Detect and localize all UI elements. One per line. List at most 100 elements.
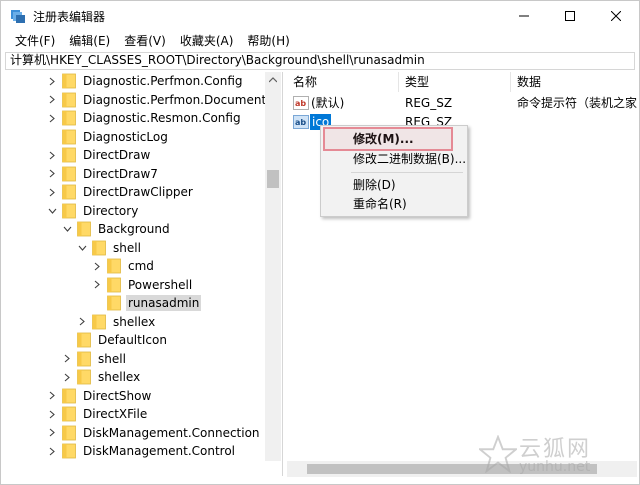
chevron-right-icon[interactable] — [92, 280, 102, 290]
chevron-right-icon[interactable] — [77, 317, 87, 327]
minimize-button[interactable] — [501, 1, 547, 31]
tree-scroll-thumb[interactable] — [267, 170, 279, 188]
folder-icon — [77, 351, 91, 366]
tree-item-label: shellex — [113, 314, 156, 329]
tree-item[interactable]: DefaultIcon — [62, 331, 169, 349]
menu-edit[interactable]: 编辑(E) — [63, 31, 118, 51]
tree-item[interactable]: Powershell — [92, 276, 194, 294]
window-title: 注册表编辑器 — [33, 10, 106, 24]
chevron-down-icon[interactable] — [62, 224, 72, 234]
tree-item[interactable]: DiagnosticLog — [47, 128, 170, 146]
tree-item[interactable]: DirectDraw7 — [47, 165, 160, 183]
tree-item[interactable]: DiskManagement.Control — [47, 442, 237, 460]
tree-item-label: DirectXFile — [83, 407, 148, 421]
key-tree: Diagnostic.Perfmon.Config Diagnostic.Perf… — [5, 72, 283, 476]
folder-icon — [92, 240, 106, 255]
chevron-right-icon[interactable] — [47, 113, 57, 123]
title-bar: 注册表编辑器 — [1, 1, 639, 31]
tree-item[interactable]: DirectDraw — [47, 146, 152, 164]
value-type: REG_SZ — [405, 96, 453, 110]
tree-item[interactable]: Directory — [47, 202, 140, 220]
folder-icon — [107, 258, 121, 274]
tree-item[interactable]: DirectShow — [47, 387, 153, 405]
folder-icon — [62, 129, 76, 144]
menu-file[interactable]: 文件(F) — [9, 31, 63, 51]
menu-item-rename[interactable]: 重命名(R) — [353, 196, 407, 212]
menu-favorites[interactable]: 收藏夹(A) — [174, 31, 242, 51]
tree-vertical-scrollbar[interactable] — [265, 72, 281, 461]
folder-icon — [62, 110, 76, 126]
tree-item[interactable]: DirectDrawClipper — [47, 183, 195, 201]
regedit-window: 注册表编辑器 文件(F) 编辑(E) 查看(V) 收藏夹(A) 帮助(H) 计算… — [0, 0, 640, 485]
tree-item[interactable]: Diagnostic.Resmon.Config — [47, 109, 243, 127]
tree-item-label: shell — [113, 240, 141, 255]
tree-item-label: DirectDraw7 — [83, 166, 158, 181]
minimize-icon — [519, 15, 529, 17]
value-data: 命令提示符（装机之家 — [517, 96, 637, 110]
folder-icon — [107, 295, 121, 311]
column-header-name[interactable]: 名称 — [287, 72, 399, 92]
no-expander — [92, 298, 102, 308]
chevron-right-icon[interactable] — [62, 354, 72, 364]
tree-item[interactable]: shell — [62, 350, 128, 368]
menu-item-modify-binary[interactable]: 修改二进制数据(B)... — [353, 151, 466, 167]
tree-item[interactable]: shellex — [77, 313, 157, 331]
tree-item-label: DirectDraw — [83, 148, 151, 162]
folder-icon — [77, 332, 91, 348]
folder-icon — [62, 184, 76, 200]
folder-icon — [62, 166, 76, 181]
tree-item[interactable]: shell — [77, 239, 143, 257]
svg-text:ab: ab — [295, 99, 306, 108]
tree-item[interactable]: Diagnostic.Perfmon.Config — [47, 72, 245, 90]
folder-icon — [107, 277, 121, 292]
chevron-right-icon[interactable] — [47, 169, 57, 179]
string-value-icon: ab — [293, 96, 309, 110]
tree-item[interactable]: DiskManagement.Connection — [47, 424, 262, 442]
tree-item-label: Diagnostic.Perfmon.Config — [83, 74, 243, 88]
chevron-right-icon[interactable] — [47, 95, 57, 105]
tree-item-label: cmd — [128, 259, 154, 273]
no-expander — [47, 132, 57, 142]
address-bar[interactable]: 计算机\HKEY_CLASSES_ROOT\Directory\Backgrou… — [5, 52, 635, 70]
tree-item[interactable]: cmd — [92, 257, 156, 275]
menu-help[interactable]: 帮助(H) — [241, 31, 297, 51]
column-header-type[interactable]: 类型 — [399, 72, 511, 92]
tree-item-label: Powershell — [128, 277, 193, 292]
scroll-up-button[interactable] — [265, 72, 281, 88]
menu-view[interactable]: 查看(V) — [118, 31, 174, 51]
chevron-right-icon[interactable] — [47, 187, 57, 197]
folder-icon — [62, 425, 76, 440]
chevron-right-icon[interactable] — [47, 409, 57, 419]
tree-item[interactable]: Background — [62, 220, 172, 238]
tree-item-label: DirectDrawClipper — [83, 185, 193, 199]
column-header-data[interactable]: 数据 — [511, 72, 637, 92]
close-button[interactable] — [593, 1, 639, 31]
chevron-right-icon[interactable] — [47, 391, 57, 401]
menu-item-delete[interactable]: 删除(D) — [353, 177, 396, 193]
chevron-right-icon[interactable] — [62, 372, 72, 382]
folder-icon — [62, 406, 76, 422]
chevron-down-icon[interactable] — [47, 206, 57, 216]
tree-item-label: Diagnostic.Resmon.Config — [83, 111, 241, 125]
chevron-right-icon[interactable] — [47, 76, 57, 86]
chevron-right-icon[interactable] — [47, 428, 57, 438]
tree-item[interactable]: DirectXFile — [47, 405, 149, 423]
watermark: 云狐网 yunhu.net — [479, 429, 629, 481]
chevron-right-icon[interactable] — [47, 150, 57, 160]
menu-bar: 文件(F) 编辑(E) 查看(V) 收藏夹(A) 帮助(H) — [1, 31, 639, 51]
value-row-default[interactable]: ab (默认) REG_SZ 命令提示符（装机之家 — [287, 94, 637, 112]
tree-item[interactable]: shellex — [62, 368, 142, 386]
svg-text:ab: ab — [295, 118, 306, 127]
chevron-down-icon[interactable] — [77, 243, 87, 253]
tree-item-label: DirectShow — [83, 388, 152, 403]
star-logo-icon — [479, 435, 517, 473]
chevron-right-icon[interactable] — [47, 446, 57, 456]
chevron-up-icon — [269, 77, 277, 83]
tree-item-label: shell — [98, 351, 126, 366]
tree-item-label: DiskManagement.Connection — [83, 425, 260, 440]
chevron-right-icon[interactable] — [92, 261, 102, 271]
tree-item-label: DiskManagement.Control — [83, 444, 236, 458]
tree-item[interactable]: Diagnostic.Perfmon.Document — [47, 91, 268, 109]
maximize-button[interactable] — [547, 1, 593, 31]
tree-item[interactable]: runasadmin — [92, 294, 202, 312]
